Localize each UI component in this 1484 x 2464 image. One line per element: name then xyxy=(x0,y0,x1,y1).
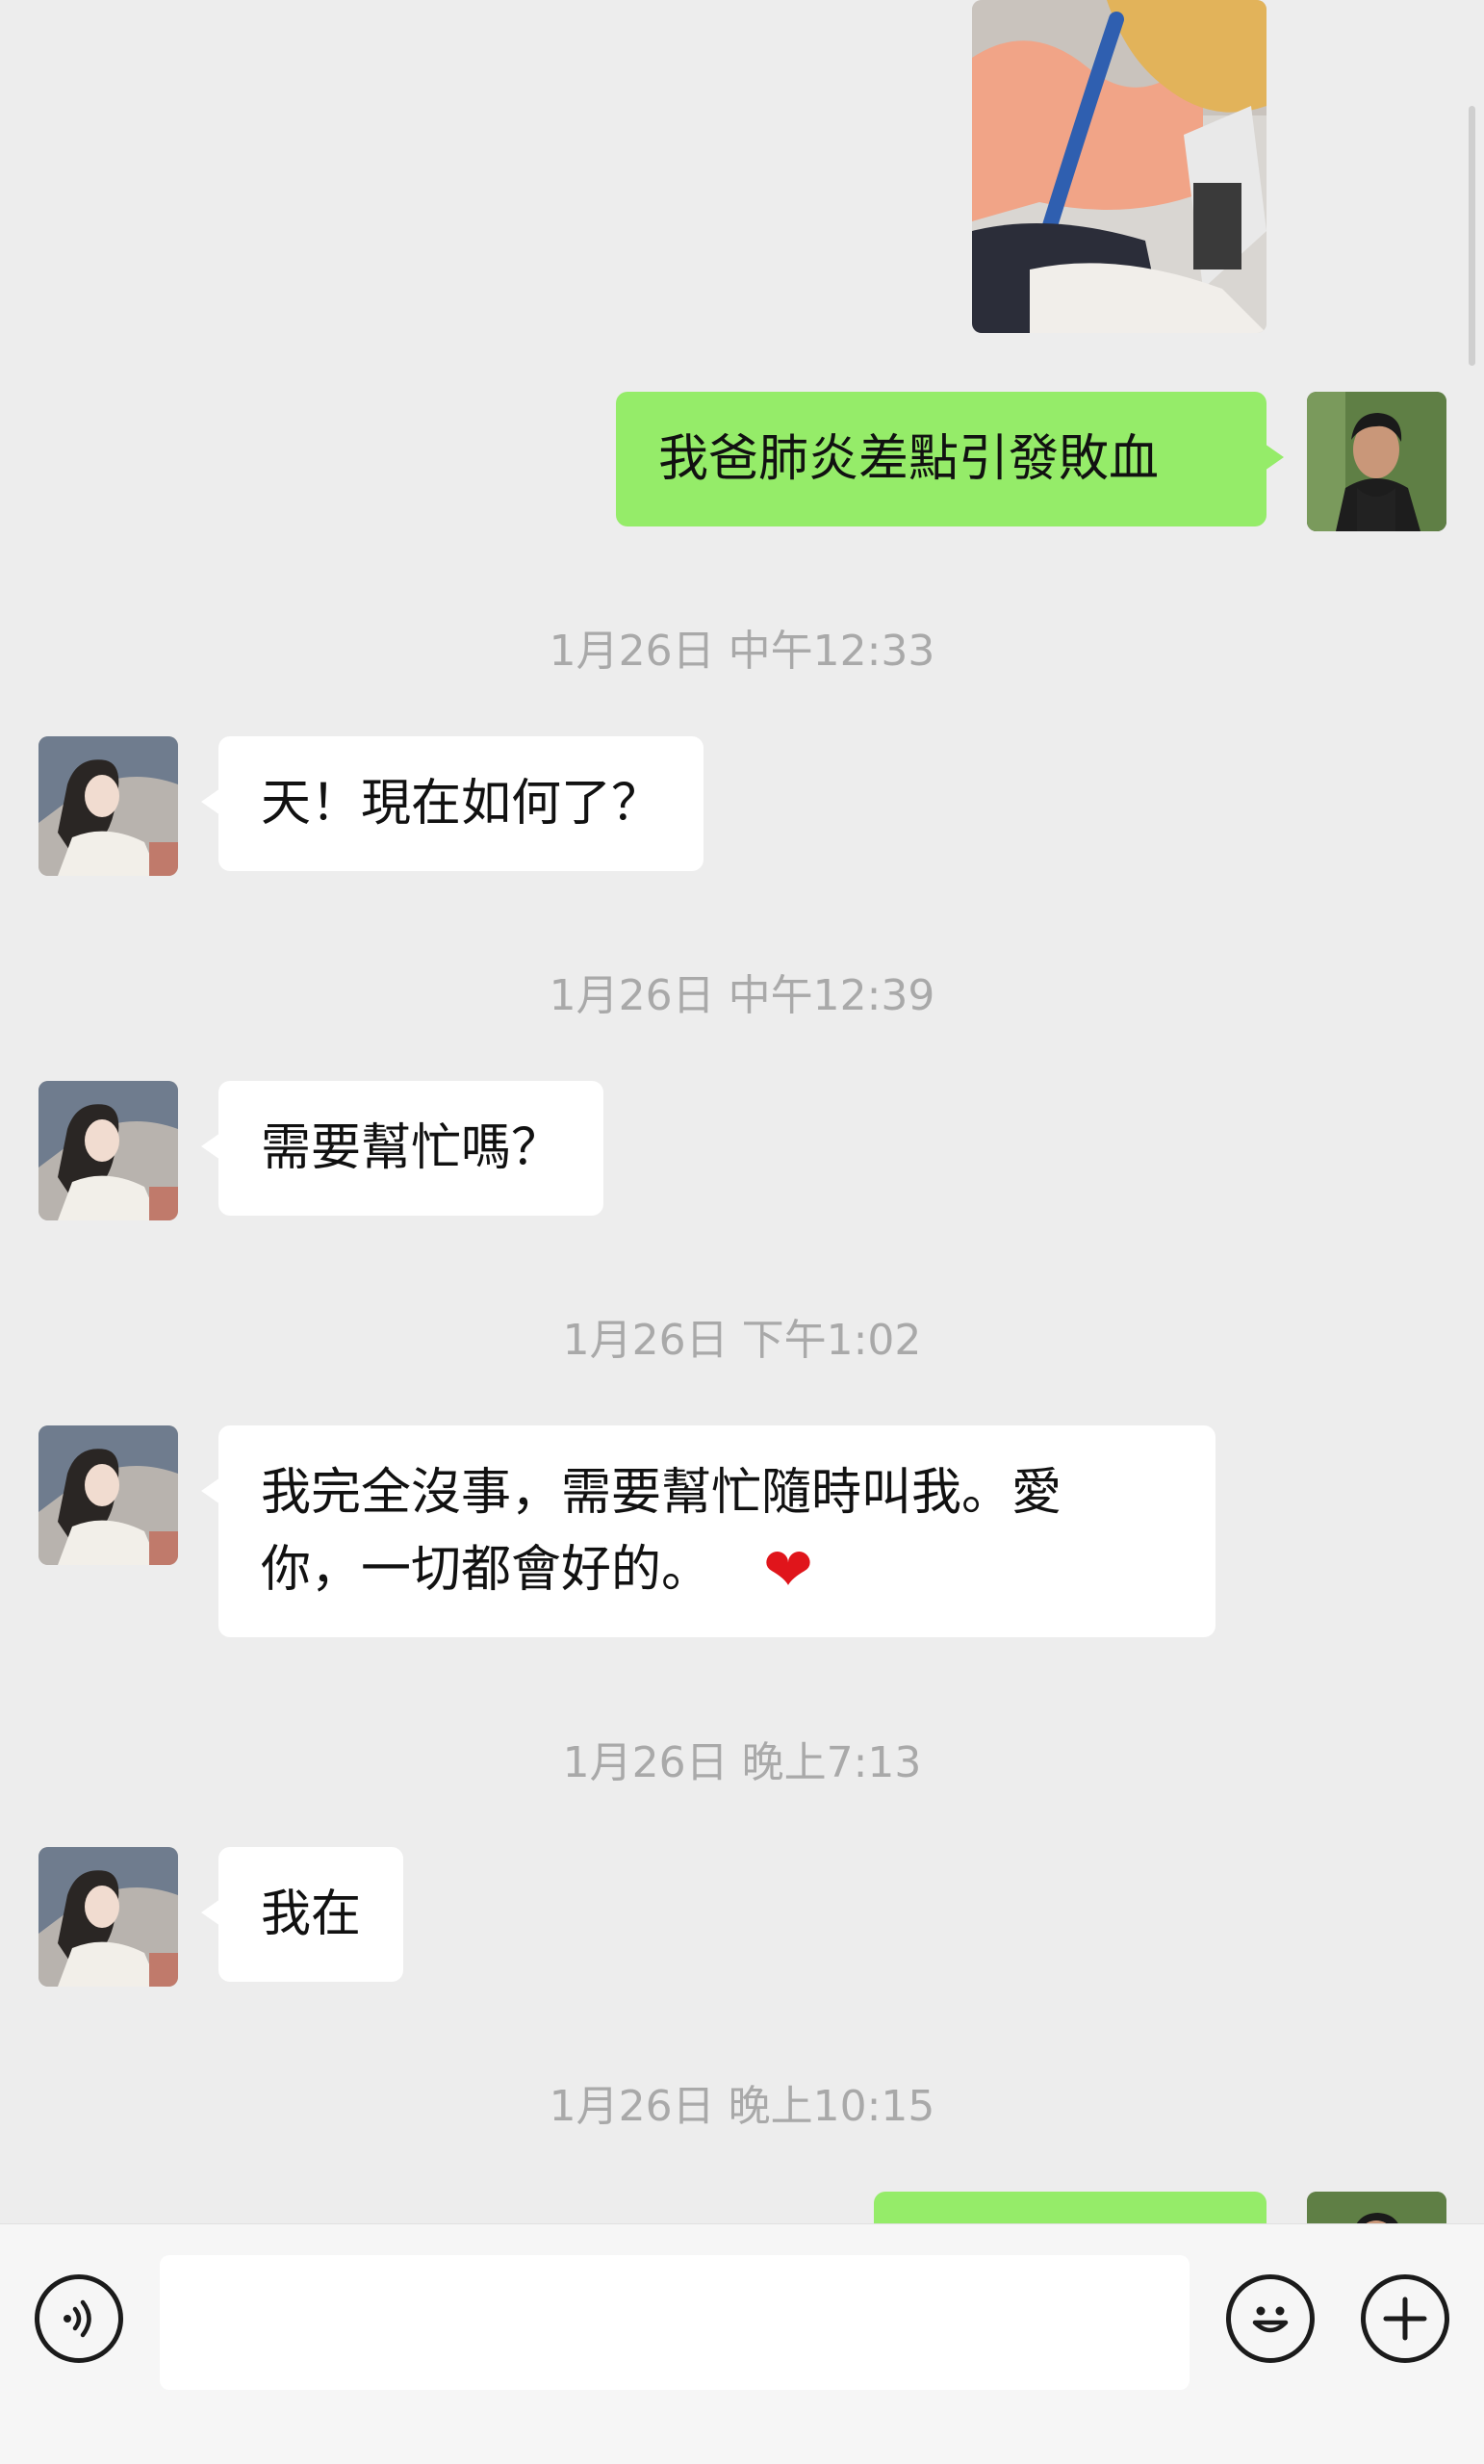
person-icon xyxy=(38,736,178,876)
message-input[interactable] xyxy=(160,2255,1190,2390)
photo-thumbnail xyxy=(972,0,1267,333)
message-bubble-incoming[interactable]: 我在 xyxy=(200,1847,404,1982)
contact-avatar[interactable] xyxy=(38,1847,178,1987)
message-text-line: 你，一切都會好的。 ❤ xyxy=(261,1531,1173,1608)
message-text: 你，一切都會好的。 xyxy=(261,1541,712,1599)
message-text-line: 我完全沒事，需要幫忙隨時叫我。愛 xyxy=(261,1464,1062,1522)
timestamp: 1月26日 中午12:39 xyxy=(549,971,935,1020)
voice-icon xyxy=(64,2299,91,2338)
timestamp: 1月26日 晚上10:15 xyxy=(549,2082,935,2131)
timestamp: 1月26日 晚上7:13 xyxy=(562,1738,922,1787)
person-icon xyxy=(38,1425,178,1565)
emoji-button[interactable] xyxy=(1226,2274,1315,2363)
sent-photo[interactable] xyxy=(972,0,1267,333)
message-text: 需要幫忙嗎？ xyxy=(261,1119,562,1177)
person-icon xyxy=(38,1847,178,1987)
person-icon xyxy=(1307,392,1446,531)
timestamp: 1月26日 下午1:02 xyxy=(562,1316,922,1365)
contact-avatar[interactable] xyxy=(38,1081,178,1220)
scrollbar[interactable] xyxy=(1469,106,1475,366)
person-icon xyxy=(38,1081,178,1220)
voice-button[interactable] xyxy=(35,2274,123,2363)
input-bar xyxy=(0,2223,1484,2464)
plus-button[interactable] xyxy=(1361,2274,1449,2363)
my-avatar[interactable] xyxy=(1307,392,1446,531)
message-bubble-incoming[interactable]: 我完全沒事，需要幫忙隨時叫我。愛 你，一切都會好的。 ❤ xyxy=(201,1425,1215,1637)
timestamp: 1月26日 中午12:33 xyxy=(549,627,935,676)
message-bubble-incoming[interactable]: 需要幫忙嗎？ xyxy=(200,1081,604,1216)
contact-avatar[interactable] xyxy=(38,1425,178,1565)
heart-emoji: ❤ xyxy=(763,1534,813,1604)
plus-icon xyxy=(1383,2297,1427,2341)
message-text: 我在 xyxy=(261,1886,362,1943)
contact-avatar[interactable] xyxy=(38,736,178,876)
chat-window: 我爸肺炎差點引發敗血 1月26日 中午12:33 天！現在如何了？ 1月26日 … xyxy=(0,0,1484,2464)
message-text: 我爸肺炎差點引發敗血 xyxy=(658,430,1160,488)
message-text: 天！現在如何了？ xyxy=(261,775,662,833)
message-bubble-incoming[interactable]: 天！現在如何了？ xyxy=(200,736,704,871)
emoji-icon xyxy=(1252,2306,1289,2333)
message-bubble-outgoing[interactable]: 我爸肺炎差點引發敗血 xyxy=(616,392,1284,526)
